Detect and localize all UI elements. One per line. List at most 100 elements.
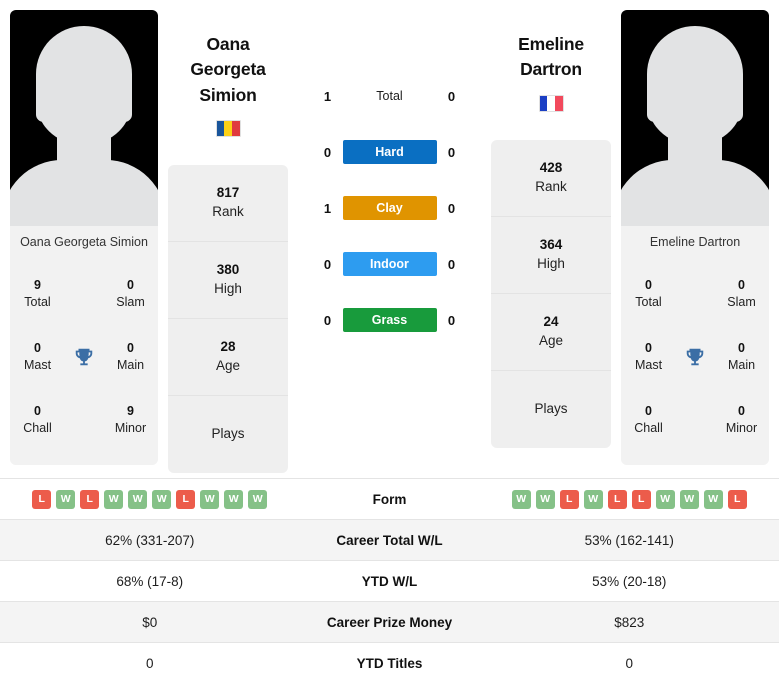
right-titles-minor: 0 Minor	[714, 403, 769, 437]
surface-grass-bar[interactable]: Grass	[342, 308, 437, 332]
left-titles-minor-value: 9	[127, 403, 134, 418]
left-stat-rank-label: Rank	[212, 204, 244, 220]
form-badge-w[interactable]: W	[56, 489, 76, 509]
left-titles-main-label: Main	[116, 357, 145, 372]
form-badge-l[interactable]: L	[727, 489, 747, 509]
right-titles-chall-label: Chall	[634, 420, 663, 435]
left-titles-total-value: 9	[34, 278, 41, 293]
right-player-name-line1: Emeline	[518, 34, 584, 54]
right-player-name[interactable]: Emeline Dartron	[491, 32, 611, 83]
left-titles-total: 9 Total	[10, 277, 65, 311]
table-row-career-total-wl: 62% (331-207) Career Total W/L 53% (162-…	[0, 519, 779, 561]
surface-hard-bar[interactable]: Hard	[342, 140, 437, 164]
right-player-photo-column: Emeline Dartron 0 Total 0 Slam 0 Mast 0 …	[611, 10, 779, 465]
surface-indoor-left-score: 0	[323, 256, 332, 272]
avatar-ear-left-icon	[647, 90, 662, 122]
right-stat-high: 364 High	[491, 217, 611, 294]
form-badge-l[interactable]: L	[32, 489, 52, 509]
player-comparison-header: Oana Georgeta Simion 9 Total 0 Slam 0 Ma…	[0, 0, 779, 478]
table-row-ytd-titles: 0 YTD Titles 0	[0, 642, 779, 684]
form-badge-w[interactable]: W	[679, 489, 699, 509]
surface-total-right-score: 0	[447, 88, 456, 104]
form-badge-w[interactable]: W	[511, 489, 531, 509]
right-stat-age: 24 Age	[491, 294, 611, 371]
right-form-strip: WWLWLLWWWL	[480, 489, 779, 509]
row-label-career-prize-money: Career Prize Money	[299, 601, 480, 643]
left-titles-minor: 9 Minor	[103, 403, 158, 437]
left-player-titles-grid: 9 Total 0 Slam 0 Mast 0 Main 0 Chall 9 M…	[10, 259, 158, 465]
form-badge-l[interactable]: L	[559, 489, 579, 509]
left-player-name-line1: Oana Georgeta	[190, 34, 266, 80]
form-badge-w[interactable]: W	[224, 489, 244, 509]
avatar-body-icon	[10, 160, 158, 226]
table-row-ytd-wl: 68% (17-8) YTD W/L 53% (20-18)	[0, 560, 779, 602]
surface-clay-left-score: 1	[323, 200, 332, 216]
form-badge-w[interactable]: W	[152, 489, 172, 509]
head-to-head-surfaces: 1 Total 0 0 Hard 0 1 Clay 0 0 Indoor 0 0…	[288, 10, 491, 348]
surface-grass-left-score: 0	[323, 312, 332, 328]
right-stat-age-label: Age	[538, 332, 564, 348]
surface-indoor-bar[interactable]: Indoor	[342, 252, 437, 276]
right-player-flag-wrap	[491, 94, 611, 112]
form-badge-w[interactable]: W	[535, 489, 555, 509]
form-badge-w[interactable]: W	[248, 489, 268, 509]
trophy-icon	[65, 346, 103, 368]
form-badge-l[interactable]: L	[631, 489, 651, 509]
form-badge-l[interactable]: L	[176, 489, 196, 509]
left-player-flag-wrap	[168, 120, 288, 138]
form-badge-w[interactable]: W	[583, 489, 603, 509]
left-titles-total-label: Total	[24, 295, 51, 310]
right-titles-slam: 0 Slam	[714, 277, 769, 311]
surface-total-label: Total	[376, 89, 403, 103]
surface-row-grass: 0 Grass 0	[288, 292, 491, 348]
right-titles-main-label: Main	[727, 357, 756, 372]
form-badge-w[interactable]: W	[104, 489, 124, 509]
left-titles-mast-label: Mast	[23, 357, 52, 372]
form-badge-w[interactable]: W	[128, 489, 148, 509]
left-player-photo-column: Oana Georgeta Simion 9 Total 0 Slam 0 Ma…	[0, 10, 168, 465]
left-titles-mast-value: 0	[34, 341, 41, 356]
left-stat-rank: 817 Rank	[168, 165, 288, 243]
form-badge-w[interactable]: W	[703, 489, 723, 509]
right-career-prize-money: $823	[479, 601, 779, 643]
avatar-ear-right-icon	[728, 90, 743, 122]
left-titles-chall-label: Chall	[23, 420, 52, 435]
surface-row-indoor: 0 Indoor 0	[288, 236, 491, 292]
right-career-total-wl: 53% (162-141)	[479, 519, 779, 561]
left-career-total-wl: 62% (331-207)	[0, 519, 300, 561]
surface-row-hard: 0 Hard 0	[288, 124, 491, 180]
form-badge-w[interactable]: W	[655, 489, 675, 509]
right-titles-mast: 0 Mast	[621, 340, 676, 374]
surface-hard-right-score: 0	[447, 144, 456, 160]
left-titles-slam-value: 0	[127, 278, 134, 293]
right-titles-chall: 0 Chall	[621, 403, 676, 437]
left-form-strip: LWLWWWLWWW	[0, 489, 300, 509]
left-player-name[interactable]: Oana Georgeta Simion	[168, 32, 288, 108]
right-player-photo	[621, 10, 769, 226]
form-badge-w[interactable]: W	[200, 489, 220, 509]
left-ytd-titles: 0	[0, 642, 300, 684]
left-player-photo	[10, 10, 158, 226]
right-player-card[interactable]: Emeline Dartron 0 Total 0 Slam 0 Mast 0 …	[621, 10, 769, 465]
left-titles-main-value: 0	[127, 341, 134, 356]
right-titles-total: 0 Total	[621, 277, 676, 311]
romania-flag-icon	[215, 120, 241, 138]
left-stat-high: 380 High	[168, 242, 288, 320]
table-row-form: LWLWWWLWWW Form WWLWLLWWWL	[0, 478, 779, 520]
surface-clay-bar[interactable]: Clay	[342, 196, 437, 220]
left-titles-minor-label: Minor	[114, 420, 147, 435]
form-badge-l[interactable]: L	[80, 489, 100, 509]
right-titles-minor-value: 0	[738, 403, 745, 418]
form-badge-l[interactable]: L	[607, 489, 627, 509]
surface-clay-right-score: 0	[447, 200, 456, 216]
right-titles-slam-label: Slam	[727, 295, 756, 310]
right-player-info-column: Emeline Dartron 428 Rank 364 High 24 Age	[491, 10, 611, 448]
left-stat-plays-label: Plays	[211, 426, 245, 442]
left-player-stat-card: 817 Rank 380 High 28 Age Plays	[168, 165, 288, 474]
left-player-card[interactable]: Oana Georgeta Simion 9 Total 0 Slam 0 Ma…	[10, 10, 158, 465]
surface-indoor-right-score: 0	[447, 256, 456, 272]
row-label-ytd-titles: YTD Titles	[299, 642, 480, 684]
right-stat-age-value: 24	[543, 313, 559, 329]
left-titles-slam: 0 Slam	[103, 277, 158, 311]
trophy-icon	[676, 346, 714, 368]
